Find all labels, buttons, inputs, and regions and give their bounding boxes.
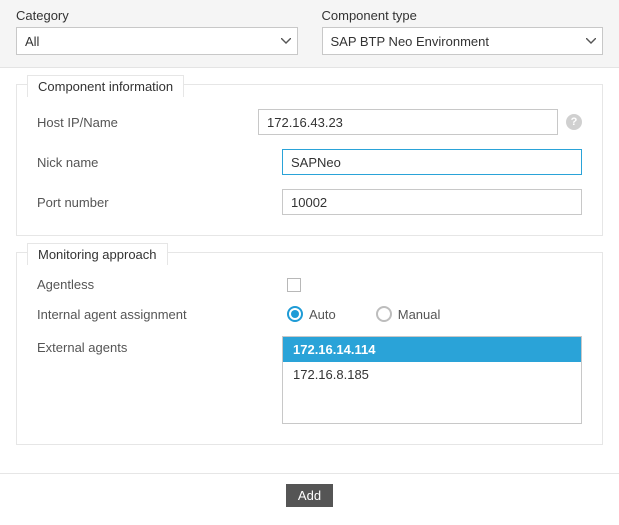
internal-agent-manual-radio[interactable]: Manual (376, 306, 441, 322)
internal-agent-label: Internal agent assignment (37, 307, 287, 322)
category-label: Category (16, 8, 298, 23)
external-agents-row: External agents 172.16.14.114 172.16.8.1… (37, 336, 582, 424)
radio-icon (376, 306, 392, 322)
component-information-legend: Component information (27, 75, 184, 97)
add-button[interactable]: Add (286, 484, 333, 507)
host-label: Host IP/Name (37, 115, 258, 130)
monitoring-approach-panel: Monitoring approach Agentless Internal a… (16, 252, 603, 445)
internal-agent-radio-group: Auto Manual (287, 306, 440, 322)
list-item[interactable]: 172.16.14.114 (283, 337, 581, 362)
radio-icon (287, 306, 303, 322)
nickname-input[interactable] (282, 149, 582, 175)
category-field: Category All (16, 8, 298, 55)
top-bar: Category All Component type SAP BTP Neo … (0, 0, 619, 68)
category-value: All (25, 34, 39, 49)
port-row: Port number (37, 189, 582, 215)
component-type-field: Component type SAP BTP Neo Environment (322, 8, 604, 55)
external-agents-listbox[interactable]: 172.16.14.114 172.16.8.185 (282, 336, 582, 424)
internal-agent-row: Internal agent assignment Auto Manual (37, 306, 582, 322)
chevron-down-icon (281, 38, 291, 44)
host-row: Host IP/Name ? (37, 109, 582, 135)
agentless-label: Agentless (37, 277, 287, 292)
component-information-panel: Component information Host IP/Name ? Nic… (16, 84, 603, 236)
category-select[interactable]: All (16, 27, 298, 55)
radio-label-auto: Auto (309, 307, 336, 322)
help-icon[interactable]: ? (566, 114, 582, 130)
chevron-down-icon (586, 38, 596, 44)
nickname-label: Nick name (37, 155, 282, 170)
host-input[interactable] (258, 109, 558, 135)
component-type-select[interactable]: SAP BTP Neo Environment (322, 27, 604, 55)
internal-agent-auto-radio[interactable]: Auto (287, 306, 336, 322)
agentless-checkbox[interactable] (287, 278, 301, 292)
external-agents-label: External agents (37, 336, 282, 355)
monitoring-approach-legend: Monitoring approach (27, 243, 168, 265)
component-type-label: Component type (322, 8, 604, 23)
radio-label-manual: Manual (398, 307, 441, 322)
agentless-row: Agentless (37, 277, 582, 292)
list-item[interactable]: 172.16.8.185 (283, 362, 581, 387)
nickname-row: Nick name (37, 149, 582, 175)
port-input[interactable] (282, 189, 582, 215)
footer: Add (0, 473, 619, 517)
component-type-value: SAP BTP Neo Environment (331, 34, 490, 49)
port-label: Port number (37, 195, 282, 210)
